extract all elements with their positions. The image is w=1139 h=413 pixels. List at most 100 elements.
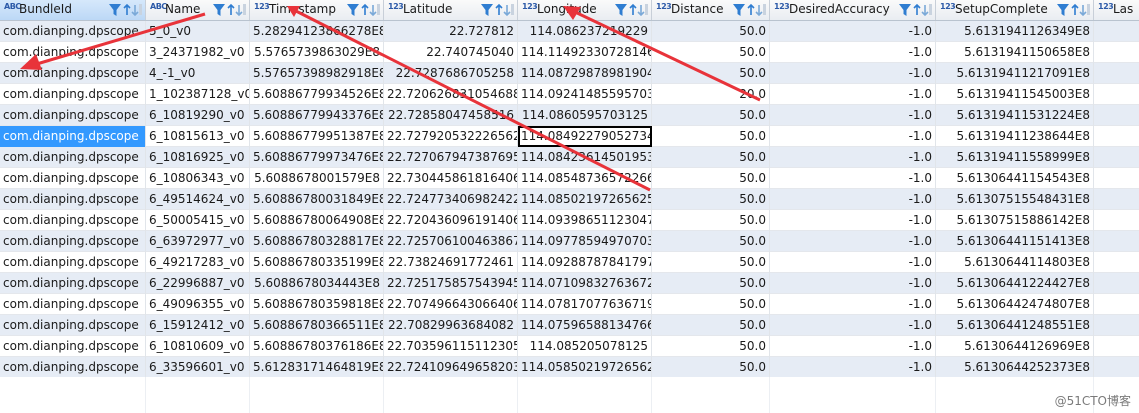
filter-sort-icon[interactable] — [897, 1, 933, 19]
cell-timestamp[interactable]: 5.60886779951387E8 — [250, 126, 384, 147]
cell-desiredaccuracy[interactable]: -1.0 — [770, 168, 936, 189]
table-row[interactable]: com.dianping.dpscope 6_10816925_v0 5.60886… — [0, 147, 1139, 168]
cell-longitude[interactable]: 114.086237219229 — [518, 21, 652, 42]
cell-longitude[interactable]: 114.09778594970703 — [518, 231, 652, 252]
cell-timestamp[interactable]: 5.61283171464819E8 — [250, 357, 384, 378]
cell-distance[interactable]: 50.0 — [652, 147, 770, 168]
cell-bundleid[interactable]: com.dianping.dpscope — [0, 147, 146, 168]
cell-bundleid[interactable]: com.dianping.dpscope — [0, 42, 146, 63]
cell-desiredaccuracy[interactable]: -1.0 — [770, 231, 936, 252]
table-row[interactable]: com.dianping.dpscope 3_24371982_v0 5.57657… — [0, 42, 1139, 63]
cell-setupcomplete[interactable]: 5.61306441151413E8 — [936, 231, 1094, 252]
cell-timestamp[interactable]: 5.60886780328817E8 — [250, 231, 384, 252]
cell-desiredaccuracy[interactable]: -1.0 — [770, 189, 936, 210]
cell-bundleid[interactable]: com.dianping.dpscope — [0, 189, 146, 210]
cell-distance[interactable]: 50.0 — [652, 357, 770, 378]
table-row[interactable]: com.dianping.dpscope 1_102387128_v0 5.6088… — [0, 84, 1139, 105]
column-header-desiredaccuracy[interactable]: 123 DesiredAccuracy — [770, 0, 936, 20]
cell-latitude[interactable]: 22.724773406982422 — [384, 189, 518, 210]
cell-name[interactable]: 1_102387128_v0 — [146, 84, 250, 105]
cell-timestamp[interactable]: 5.60886779973476E8 — [250, 147, 384, 168]
column-header-longitude[interactable]: 123 Longitude — [518, 0, 652, 20]
table-row[interactable]: com.dianping.dpscope 6_50005415_v0 5.60886… — [0, 210, 1139, 231]
cell-name[interactable]: 6_10816925_v0 — [146, 147, 250, 168]
cell-setupcomplete[interactable]: 5.61319411558999E8 — [936, 147, 1094, 168]
cell-bundleid[interactable]: com.dianping.dpscope — [0, 21, 146, 42]
cell-latitude[interactable]: 22.740745040 — [384, 42, 518, 63]
cell-bundleid[interactable]: com.dianping.dpscope — [0, 357, 146, 378]
cell-timestamp[interactable]: 5.6088678034443E8 — [250, 273, 384, 294]
cell-bundleid[interactable]: com.dianping.dpscope — [0, 84, 146, 105]
cell-latitude[interactable]: 22.730445861816406 — [384, 168, 518, 189]
filter-sort-icon[interactable] — [345, 1, 381, 19]
cell-setupcomplete[interactable]: 5.6131941126349E8 — [936, 21, 1094, 42]
cell-distance[interactable]: 50.0 — [652, 21, 770, 42]
cell-longitude[interactable]: 114.05850219726562 — [518, 357, 652, 378]
cell-bundleid[interactable]: com.dianping.dpscope — [0, 168, 146, 189]
cell-las[interactable] — [1094, 357, 1139, 378]
cell-setupcomplete[interactable]: 5.61319411545003E8 — [936, 84, 1094, 105]
filter-sort-icon[interactable] — [731, 1, 767, 19]
cell-setupcomplete[interactable]: 5.6130644126969E8 — [936, 336, 1094, 357]
cell-name[interactable]: 3_24371982_v0 — [146, 42, 250, 63]
cell-longitude[interactable]: 114.08492279052734 — [518, 126, 652, 147]
filter-sort-icon[interactable] — [1055, 1, 1091, 19]
cell-timestamp[interactable]: 5.60886780335199E8 — [250, 252, 384, 273]
filter-sort-icon[interactable] — [479, 1, 515, 19]
cell-distance[interactable]: 50.0 — [652, 231, 770, 252]
cell-timestamp[interactable]: 5.28294123866278E8 — [250, 21, 384, 42]
cell-las[interactable] — [1094, 168, 1139, 189]
table-row[interactable]: com.dianping.dpscope 5_0_v0 5.282941238662… — [0, 21, 1139, 42]
table-row[interactable]: com.dianping.dpscope 6_49217283_v0 5.60886… — [0, 252, 1139, 273]
cell-bundleid[interactable]: com.dianping.dpscope — [0, 273, 146, 294]
cell-name[interactable]: 6_22996887_v0 — [146, 273, 250, 294]
table-row[interactable]: com.dianping.dpscope 6_63972977_v0 5.60886… — [0, 231, 1139, 252]
cell-distance[interactable]: 50.0 — [652, 63, 770, 84]
cell-setupcomplete[interactable]: 5.61307515548431E8 — [936, 189, 1094, 210]
cell-timestamp[interactable]: 5.60886780031849E8 — [250, 189, 384, 210]
table-row[interactable]: com.dianping.dpscope 6_10806343_v0 5.60886… — [0, 168, 1139, 189]
cell-timestamp[interactable]: 5.60886780064908E8 — [250, 210, 384, 231]
table-row[interactable]: com.dianping.dpscope 6_49096355_v0 5.60886… — [0, 294, 1139, 315]
cell-setupcomplete[interactable]: 5.61319411238644E8 — [936, 126, 1094, 147]
cell-name[interactable]: 5_0_v0 — [146, 21, 250, 42]
column-header-bundleid[interactable]: ABC BundleId — [0, 0, 146, 20]
cell-las[interactable] — [1094, 105, 1139, 126]
cell-name[interactable]: 6_50005415_v0 — [146, 210, 250, 231]
cell-desiredaccuracy[interactable]: -1.0 — [770, 42, 936, 63]
cell-name[interactable]: 6_49514624_v0 — [146, 189, 250, 210]
cell-desiredaccuracy[interactable]: -1.0 — [770, 21, 936, 42]
cell-name[interactable]: 6_63972977_v0 — [146, 231, 250, 252]
cell-bundleid[interactable]: com.dianping.dpscope — [0, 315, 146, 336]
cell-timestamp[interactable]: 5.6088678001579E8 — [250, 168, 384, 189]
cell-name[interactable]: 4_-1_v0 — [146, 63, 250, 84]
cell-timestamp[interactable]: 5.60886780359818E8 — [250, 294, 384, 315]
cell-setupcomplete[interactable]: 5.6130644252373E8 — [936, 357, 1094, 378]
column-header-latitude[interactable]: 123 Latitude — [384, 0, 518, 20]
cell-distance[interactable]: 50.0 — [652, 273, 770, 294]
table-row[interactable]: com.dianping.dpscope 6_49514624_v0 5.60886… — [0, 189, 1139, 210]
cell-longitude[interactable]: 114.0860595703125 — [518, 105, 652, 126]
column-header-name[interactable]: ABC Name — [146, 0, 250, 20]
cell-distance[interactable]: 50.0 — [652, 189, 770, 210]
cell-longitude[interactable]: 114.07817077636719 — [518, 294, 652, 315]
cell-bundleid[interactable]: com.dianping.dpscope — [0, 105, 146, 126]
cell-desiredaccuracy[interactable]: -1.0 — [770, 294, 936, 315]
column-header-setupcomplete[interactable]: 123 SetupComplete — [936, 0, 1094, 20]
table-row[interactable]: com.dianping.dpscope 6_10819290_v0 5.60886… — [0, 105, 1139, 126]
table-row[interactable]: com.dianping.dpscope 6_22996887_v0 5.60886… — [0, 273, 1139, 294]
cell-distance[interactable]: 50.0 — [652, 252, 770, 273]
table-row[interactable]: com.dianping.dpscope 6_15912412_v0 5.60886… — [0, 315, 1139, 336]
cell-bundleid[interactable]: com.dianping.dpscope — [0, 252, 146, 273]
cell-desiredaccuracy[interactable]: -1.0 — [770, 252, 936, 273]
table-row[interactable]: com.dianping.dpscope 6_33596601_v0 5.61283… — [0, 357, 1139, 378]
filter-sort-icon[interactable] — [211, 1, 247, 19]
filter-sort-icon[interactable] — [613, 1, 649, 19]
cell-distance[interactable]: 50.0 — [652, 42, 770, 63]
cell-las[interactable] — [1094, 84, 1139, 105]
cell-setupcomplete[interactable]: 5.61306441248551E8 — [936, 315, 1094, 336]
cell-las[interactable] — [1094, 210, 1139, 231]
cell-latitude[interactable]: 22.70829963684082 — [384, 315, 518, 336]
cell-timestamp[interactable]: 5.5765739863029E8 — [250, 42, 384, 63]
cell-desiredaccuracy[interactable]: -1.0 — [770, 63, 936, 84]
